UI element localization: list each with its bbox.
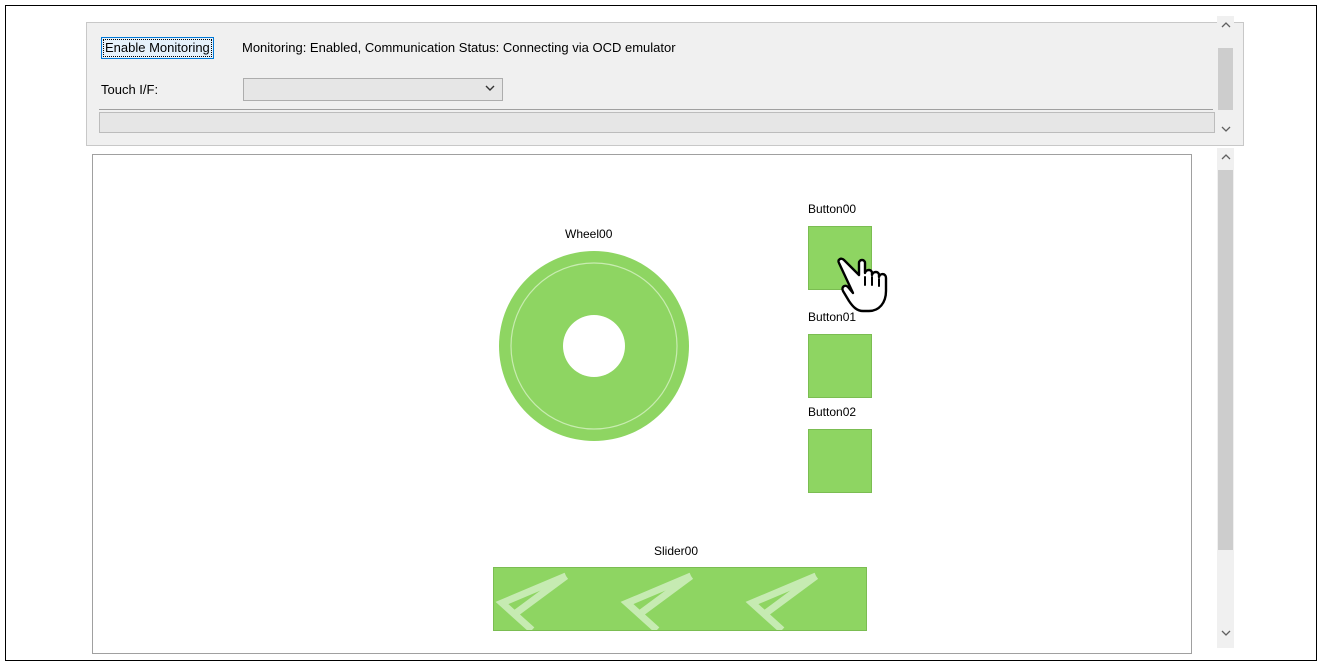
canvas-scrollbar[interactable] [1217,148,1234,648]
top-panel-scrollbar[interactable] [1217,16,1234,140]
slider-chevrons [495,572,819,630]
wheel-label: Wheel00 [565,227,613,241]
scrollbar-thumb[interactable] [1218,170,1233,550]
chevron-down-icon[interactable] [484,82,496,94]
touch-layout-canvas: Wheel00 Button00 Button01 Button02 Slide… [92,154,1192,654]
touch-if-label: Touch I/F: [101,82,159,97]
slider-widget[interactable] [493,567,867,631]
touch-if-select[interactable] [243,78,503,101]
wheel-widget[interactable] [499,251,689,441]
status-text: Monitoring: Enabled, Communication Statu… [242,40,676,55]
scrollbar-thumb[interactable] [1218,48,1233,110]
scroll-down-icon[interactable] [1217,626,1234,643]
scroll-up-icon[interactable] [1217,150,1234,167]
button00-label: Button00 [808,202,857,216]
scroll-up-icon[interactable] [1217,18,1234,35]
progress-bar [99,112,1215,133]
scroll-down-icon[interactable] [1217,122,1234,139]
divider [99,109,1213,110]
hand-pointer-icon [837,257,888,313]
enable-monitoring-button[interactable]: Enable Monitoring [101,37,214,59]
button02-widget[interactable] [808,429,872,493]
monitoring-panel: Enable Monitoring Monitoring: Enabled, C… [86,22,1244,146]
button01-widget[interactable] [808,334,872,398]
button02-label: Button02 [808,405,857,419]
slider-label: Slider00 [654,544,699,558]
window-frame: Enable Monitoring Monitoring: Enabled, C… [5,5,1317,661]
